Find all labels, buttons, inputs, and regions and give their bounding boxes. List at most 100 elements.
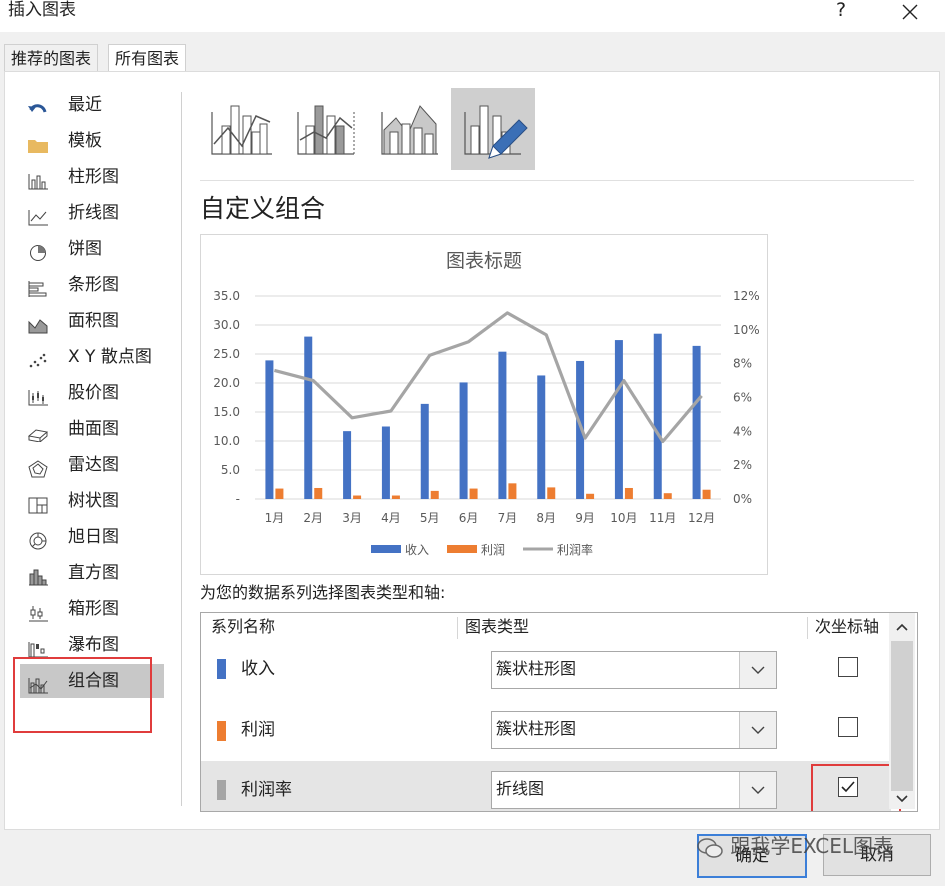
sidebar-item-folder[interactable]: 模板 bbox=[20, 124, 164, 158]
dropdown-button[interactable] bbox=[739, 712, 776, 748]
bar-profit bbox=[430, 490, 439, 499]
wechat-icon bbox=[697, 837, 723, 858]
sidebar-item-undo[interactable]: 最近 bbox=[20, 88, 164, 122]
x-tick-label: 2月 bbox=[303, 511, 323, 525]
sunburst-icon bbox=[27, 528, 49, 550]
thumb-clustered-column-line[interactable] bbox=[200, 88, 284, 170]
stock-chart-icon bbox=[27, 384, 49, 406]
bar-revenue bbox=[343, 431, 352, 499]
bar-profit bbox=[391, 495, 400, 499]
sidebar-item-pie-chart[interactable]: 饼图 bbox=[20, 232, 164, 266]
y2-tick-label: 2% bbox=[733, 458, 752, 472]
sidebar-item-label: 树状图 bbox=[68, 491, 119, 511]
treemap-icon bbox=[27, 492, 49, 514]
y-tick-label: 25.0 bbox=[213, 347, 240, 361]
box-whisker-icon bbox=[27, 600, 49, 622]
scroll-down-icon[interactable] bbox=[889, 791, 915, 807]
series-table: 系列名称 图表类型 次坐标轴 收入 簇状柱形图 利润 簇状柱形图 利润率 折线图 bbox=[200, 612, 918, 812]
chevron-down-icon bbox=[751, 786, 765, 794]
sidebar-item-label: 直方图 bbox=[68, 563, 119, 583]
sidebar-item-histogram[interactable]: 直方图 bbox=[20, 556, 164, 590]
sidebar-item-label: 最近 bbox=[68, 95, 102, 115]
sidebar-item-box-whisker[interactable]: 箱形图 bbox=[20, 592, 164, 626]
sidebar-item-label: 股价图 bbox=[68, 383, 119, 403]
bar-profit bbox=[353, 495, 362, 499]
secondary-axis-checkbox[interactable] bbox=[838, 657, 858, 677]
bar-revenue bbox=[653, 333, 662, 499]
y2-tick-label: 10% bbox=[733, 323, 760, 337]
series-row: 利润 簇状柱形图 bbox=[201, 701, 891, 761]
sidebar-item-scatter-chart[interactable]: X Y 散点图 bbox=[20, 340, 164, 374]
x-tick-label: 4月 bbox=[381, 511, 401, 525]
bar-profit bbox=[547, 487, 556, 499]
bar-revenue bbox=[614, 340, 623, 499]
x-tick-label: 3月 bbox=[342, 511, 362, 525]
secondary-axis-checkbox[interactable] bbox=[838, 717, 858, 737]
chevron-down-icon bbox=[751, 726, 765, 734]
series-color-swatch bbox=[217, 721, 226, 741]
header-chart-type: 图表类型 bbox=[465, 617, 530, 636]
sidebar-item-surface-chart[interactable]: 曲面图 bbox=[20, 412, 164, 446]
sidebar-item-stock-chart[interactable]: 股价图 bbox=[20, 376, 164, 410]
chart-title: 图表标题 bbox=[446, 250, 522, 272]
series-row-selected: 利润率 折线图 bbox=[201, 761, 901, 811]
chart-type-select[interactable]: 折线图 bbox=[491, 771, 777, 809]
header-series-name: 系列名称 bbox=[211, 617, 276, 636]
chart-type-value: 簇状柱形图 bbox=[496, 659, 577, 678]
folder-icon bbox=[27, 132, 49, 153]
x-tick-label: 5月 bbox=[420, 511, 440, 525]
x-tick-label: 12月 bbox=[688, 511, 715, 525]
x-tick-label: 8月 bbox=[536, 511, 556, 525]
scroll-up-icon[interactable] bbox=[889, 619, 915, 635]
legend-swatch bbox=[447, 545, 477, 553]
thumb-column-line-secondary[interactable] bbox=[284, 88, 368, 170]
line-margin bbox=[273, 311, 703, 444]
chart-type-value: 簇状柱形图 bbox=[496, 719, 577, 738]
sidebar-item-label: 箱形图 bbox=[68, 599, 119, 619]
dropdown-button[interactable] bbox=[739, 772, 776, 808]
chart-svg: 图表标题 35.0 30.0 25.0 20.0 15.0 10.0 5.0 - 12% 10% 8%… bbox=[213, 250, 760, 557]
y2-tick-label: 12% bbox=[733, 289, 760, 303]
thumb-custom-combination[interactable] bbox=[451, 88, 535, 170]
bar-revenue bbox=[265, 360, 274, 499]
thumb-divider bbox=[200, 180, 914, 181]
sidebar-item-bar-chart[interactable]: 条形图 bbox=[20, 268, 164, 302]
column-chart-icon bbox=[27, 168, 49, 190]
scrollbar-thumb[interactable] bbox=[891, 641, 913, 791]
combo-thumb-icon bbox=[211, 105, 272, 155]
sidebar-item-treemap[interactable]: 树状图 bbox=[20, 484, 164, 518]
title-bar bbox=[0, 0, 945, 32]
y2-tick-label: 4% bbox=[733, 424, 752, 438]
dropdown-button[interactable] bbox=[739, 652, 776, 688]
tab-all-charts[interactable]: 所有图表 bbox=[108, 44, 187, 72]
chart-type-select[interactable]: 簇状柱形图 bbox=[491, 651, 777, 689]
sidebar-item-line-chart[interactable]: 折线图 bbox=[20, 196, 164, 230]
area-chart-icon bbox=[27, 312, 49, 334]
y2-tick-label: 0% bbox=[733, 492, 752, 506]
series-color-swatch bbox=[217, 780, 226, 800]
sidebar-item-label: 面积图 bbox=[68, 311, 119, 331]
y-tick-label: 10.0 bbox=[213, 434, 240, 448]
bar-profit bbox=[275, 488, 284, 499]
bar-revenue bbox=[459, 382, 468, 499]
tab-recommended-charts[interactable]: 推荐的图表 bbox=[4, 44, 99, 72]
bar-revenue bbox=[692, 345, 701, 499]
y-tick-label: 15.0 bbox=[213, 405, 240, 419]
bar-revenue bbox=[537, 375, 546, 499]
combo-thumb-secondary-icon bbox=[297, 105, 355, 155]
sidebar-item-sunburst[interactable]: 旭日图 bbox=[20, 520, 164, 554]
legend-label: 利润率 bbox=[557, 542, 593, 557]
thumb-stacked-area-column[interactable] bbox=[368, 88, 452, 170]
series-name: 收入 bbox=[241, 659, 275, 679]
help-button[interactable]: ? bbox=[826, 0, 856, 24]
watermark: 跟我学EXCEL图表 bbox=[696, 828, 893, 864]
sidebar-item-column-chart[interactable]: 柱形图 bbox=[20, 160, 164, 194]
sidebar-item-label: 模板 bbox=[68, 131, 102, 151]
legend-label: 收入 bbox=[405, 543, 429, 557]
bar-profit bbox=[469, 488, 478, 499]
close-button[interactable] bbox=[893, 0, 927, 24]
sidebar-item-area-chart[interactable]: 面积图 bbox=[20, 304, 164, 338]
sidebar-item-radar-chart[interactable]: 雷达图 bbox=[20, 448, 164, 482]
chart-type-select[interactable]: 簇状柱形图 bbox=[491, 711, 777, 749]
chart-type-value: 折线图 bbox=[496, 779, 545, 798]
